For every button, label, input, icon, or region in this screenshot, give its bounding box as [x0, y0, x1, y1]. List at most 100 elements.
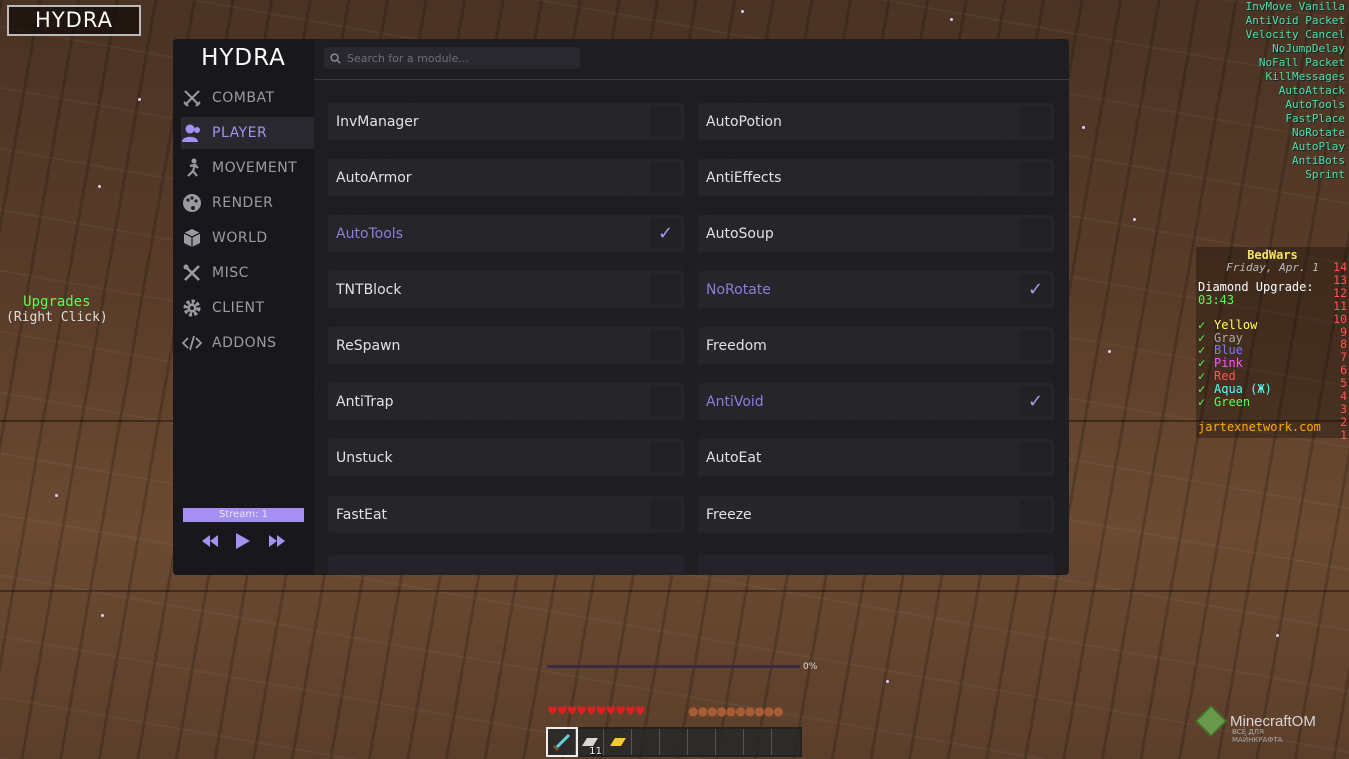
module-row-clipped[interactable]	[328, 555, 684, 575]
play-button[interactable]	[232, 532, 254, 550]
previous-track-button[interactable]	[199, 532, 221, 550]
module-freeze[interactable]: Freeze	[698, 496, 1054, 533]
palette-icon	[181, 192, 203, 214]
category-label: ADDONS	[212, 335, 277, 351]
module-toggle[interactable]: ✓	[1020, 386, 1051, 417]
module-name: Freeze	[706, 506, 752, 523]
module-autopotion[interactable]: AutoPotion	[698, 103, 1054, 140]
category-label: COMBAT	[212, 90, 275, 106]
module-name: AutoEat	[706, 449, 762, 466]
hotbar-slot-empty[interactable]	[660, 729, 688, 755]
module-autoeat[interactable]: AutoEat	[698, 439, 1054, 476]
module-unstuck[interactable]: Unstuck	[328, 439, 684, 476]
module-antieffects[interactable]: AntiEffects	[698, 159, 1054, 196]
module-antivoid[interactable]: AntiVoid ✓	[698, 383, 1054, 420]
module-antitrap[interactable]: AntiTrap	[328, 383, 684, 420]
module-freedom[interactable]: Freedom	[698, 327, 1054, 364]
module-search[interactable]	[324, 47, 580, 69]
module-toggle[interactable]	[650, 499, 681, 530]
module-toggle[interactable]	[1020, 499, 1051, 530]
module-autoarmor[interactable]: AutoArmor	[328, 159, 684, 196]
hotbar-slot-sword[interactable]	[546, 727, 578, 757]
arraylist-item: AntiBots	[1292, 154, 1345, 167]
arraylist-item: FastPlace	[1285, 112, 1345, 125]
module-toggle[interactable]	[650, 442, 681, 473]
module-toggle[interactable]: ✓	[1020, 274, 1051, 305]
module-tntblock[interactable]: TNTBlock	[328, 271, 684, 308]
module-autotools[interactable]: AutoTools ✓	[328, 215, 684, 252]
category-player[interactable]: PLAYER	[181, 117, 314, 149]
hotbar-slot-empty[interactable]	[688, 729, 716, 755]
swords-icon	[181, 87, 203, 109]
module-fasteat[interactable]: FastEat	[328, 496, 684, 533]
module-name: Unstuck	[336, 449, 393, 466]
module-toggle[interactable]	[1020, 162, 1051, 193]
health-hearts: ♥♥♥♥♥♥♥♥♥♥	[547, 704, 646, 718]
search-input[interactable]	[347, 51, 567, 65]
next-track-button[interactable]	[266, 532, 288, 550]
enabled-modules-list: InvMove Vanilla AntiVoid Packet Velocity…	[1246, 0, 1345, 182]
xp-bar	[547, 665, 800, 668]
module-toggle[interactable]	[1020, 442, 1051, 473]
category-addons[interactable]: ADDONS	[181, 327, 314, 359]
particle	[1276, 634, 1279, 637]
category-render[interactable]: RENDER	[181, 187, 314, 219]
module-toggle[interactable]	[1020, 330, 1051, 361]
category-client[interactable]: CLIENT	[181, 292, 314, 324]
module-name: AutoTools	[336, 225, 403, 242]
hotbar-slot-empty[interactable]	[744, 729, 772, 755]
header-divider	[314, 79, 1069, 80]
category-world[interactable]: WORLD	[181, 222, 314, 254]
hotbar-slot-iron[interactable]: 11	[576, 729, 604, 757]
particle	[55, 494, 58, 497]
module-respawn[interactable]: ReSpawn	[328, 327, 684, 364]
upgrades-title: Upgrades	[23, 294, 91, 310]
diamond-sword-icon	[552, 733, 570, 752]
arraylist-item: AutoPlay	[1292, 140, 1345, 153]
category-movement[interactable]: MOVEMENT	[181, 152, 314, 184]
arraylist-item: AutoTools	[1285, 98, 1345, 111]
score-number: 1	[1340, 427, 1347, 442]
hotbar-slot-gold[interactable]	[604, 729, 632, 755]
module-name: AutoArmor	[336, 169, 412, 186]
category-misc[interactable]: MISC	[181, 257, 314, 289]
module-toggle[interactable]	[650, 386, 681, 417]
module-row-clipped[interactable]	[698, 555, 1054, 575]
module-toggle[interactable]	[650, 106, 681, 137]
server-address: jartexnetwork.com	[1198, 419, 1321, 434]
hotbar-slot-empty[interactable]	[716, 729, 744, 755]
particle	[98, 185, 101, 188]
category-combat[interactable]: COMBAT	[181, 82, 314, 114]
score-number: 11	[1333, 298, 1347, 313]
module-toggle[interactable]: ✓	[650, 218, 681, 249]
clickgui-panel: HYDRA COMBAT PLAYER MOVEMENT RENDER WORL…	[173, 39, 1069, 575]
module-autosoup[interactable]: AutoSoup	[698, 215, 1054, 252]
particle	[1082, 126, 1085, 129]
module-norotate[interactable]: NoRotate ✓	[698, 271, 1054, 308]
hotbar-slot-empty[interactable]	[772, 729, 800, 755]
team-name: Yellow	[1214, 317, 1258, 332]
module-name: AutoPotion	[706, 113, 782, 130]
module-toggle[interactable]	[650, 162, 681, 193]
watermark-subtitle: ВСЁ ДЛЯ МАЙНКРАФТА	[1232, 728, 1283, 744]
module-toggle[interactable]	[1020, 218, 1051, 249]
xp-percent: 0%	[803, 662, 818, 672]
module-toggle[interactable]	[650, 330, 681, 361]
particle	[886, 680, 889, 683]
hotbar-slot-empty[interactable]	[632, 729, 660, 755]
module-name: AutoSoup	[706, 225, 774, 242]
particle	[138, 98, 141, 101]
category-label: CLIENT	[212, 300, 265, 316]
module-toggle[interactable]	[1020, 106, 1051, 137]
score-number: 13	[1333, 272, 1347, 287]
score-number: 3	[1340, 401, 1347, 416]
stream-indicator[interactable]: Stream: 1	[183, 508, 304, 522]
upgrades-subtitle: (Right Click)	[6, 310, 108, 325]
module-name: NoRotate	[706, 281, 771, 298]
score-numbers: 14 13 12 11 10 9 8 7 6 5 4 3 2 1	[1333, 261, 1347, 442]
particle	[950, 18, 953, 21]
module-toggle[interactable]	[650, 274, 681, 305]
hotbar: 11	[546, 727, 802, 757]
module-invmanager[interactable]: InvManager	[328, 103, 684, 140]
scoreboard-title: BedWars	[1247, 248, 1298, 262]
